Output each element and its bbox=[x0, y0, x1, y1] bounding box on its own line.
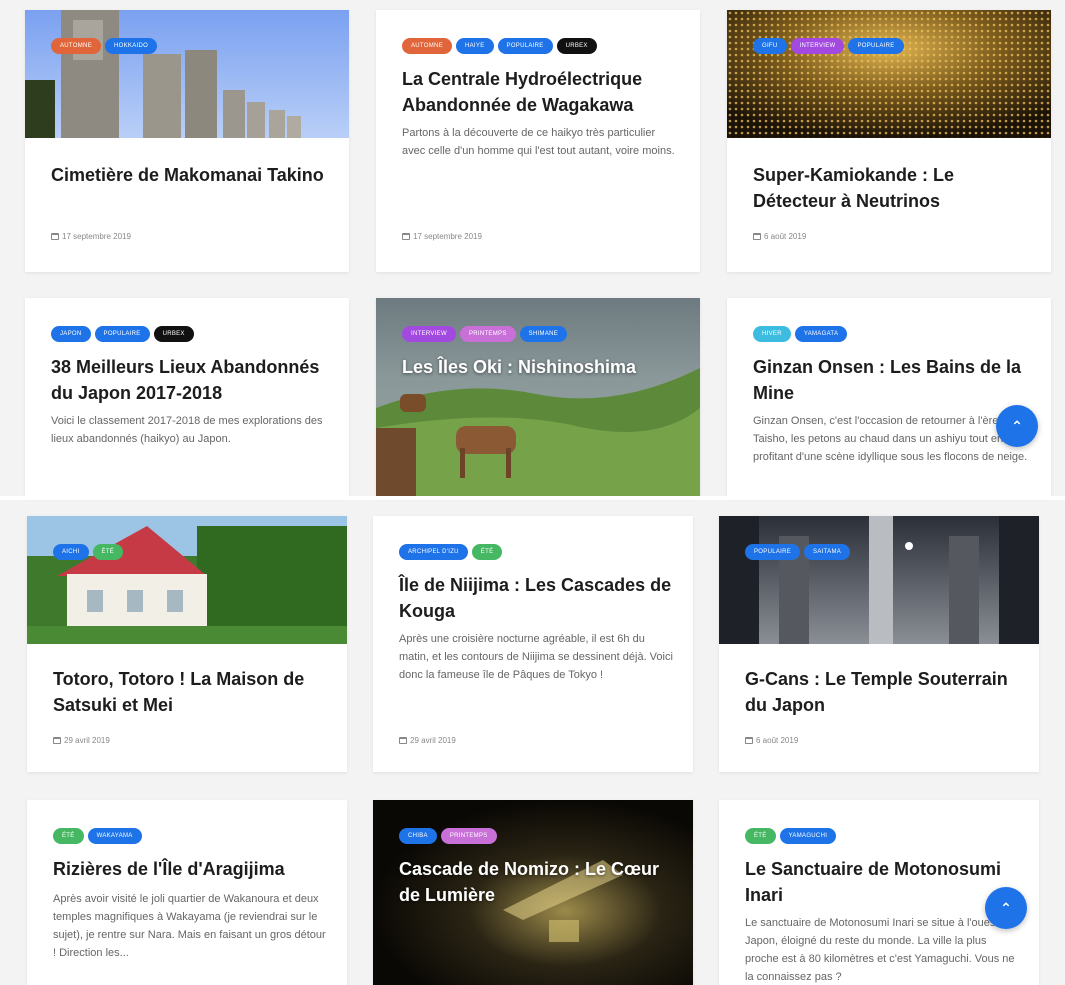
tag-badge[interactable]: SHIMANE bbox=[519, 326, 568, 342]
article-excerpt: Après avoir visité le joli quartier de W… bbox=[53, 893, 326, 959]
tag-badge[interactable]: ÉTÉ bbox=[745, 828, 776, 844]
article-date: 6 août 2019 bbox=[753, 232, 806, 241]
article-excerpt: Ginzan Onsen, c'est l'occasion de retour… bbox=[753, 415, 1028, 463]
article-date: 29 avril 2019 bbox=[53, 736, 110, 745]
article-title[interactable]: Super-Kamiokande : Le Détecteur à Neutri… bbox=[753, 162, 1033, 214]
tag-badge[interactable]: HOKKAIDO bbox=[105, 38, 158, 54]
article-title[interactable]: Ginzan Onsen : Les Bains de la Mine bbox=[753, 354, 1033, 406]
tag-badge[interactable]: ARCHIPEL D'IZU bbox=[399, 544, 468, 560]
article-date: 6 août 2019 bbox=[745, 736, 798, 745]
article-image[interactable] bbox=[719, 516, 1039, 644]
tag-badge[interactable]: URBEX bbox=[153, 326, 194, 342]
tag-badge[interactable]: PRINTEMPS bbox=[440, 828, 497, 844]
article-title[interactable]: G-Cans : Le Temple Souterrain du Japon bbox=[745, 666, 1021, 718]
tag-badge[interactable]: HIVER bbox=[753, 326, 791, 342]
article-title[interactable]: Cimetière de Makomanai Takino bbox=[51, 162, 331, 188]
article-title[interactable]: Totoro, Totoro ! La Maison de Satsuki et… bbox=[53, 666, 329, 718]
article-card[interactable]: ARCHIPEL D'IZU ÉTÉ Île de Niijima : Les … bbox=[373, 516, 693, 772]
articles-grid: AUTOMNE HOKKAIDO Cimetière de Makomanai … bbox=[0, 0, 1065, 985]
article-card[interactable]: JAPON POPULAIRE URBEX 38 Meilleurs Lieux… bbox=[25, 298, 349, 498]
tag-badge[interactable]: POPULAIRE bbox=[94, 326, 150, 342]
tag-badge[interactable]: JAPON bbox=[51, 326, 91, 342]
article-date: 17 septembre 2019 bbox=[51, 232, 131, 241]
tag-badge[interactable]: AUTOMNE bbox=[51, 38, 101, 54]
article-card[interactable]: INTERVIEW PRINTEMPS SHIMANE Les Îles Oki… bbox=[376, 298, 700, 498]
tag-badge[interactable]: ÉTÉ bbox=[92, 544, 124, 560]
chevron-up-icon: ⌃ bbox=[1000, 899, 1012, 916]
article-card[interactable]: AICHI ÉTÉ Totoro, Totoro ! La Maison de … bbox=[27, 516, 347, 772]
article-excerpt: Partons à la découverte de ce haikyo trè… bbox=[402, 127, 675, 157]
tag-badge[interactable]: PRINTEMPS bbox=[459, 326, 516, 342]
article-excerpt: Après une croisière nocturne agréable, i… bbox=[399, 633, 673, 681]
article-title[interactable]: La Centrale Hydroélectrique Abandonnée d… bbox=[402, 66, 682, 118]
article-title[interactable]: Les Îles Oki : Nishinoshima bbox=[402, 354, 682, 380]
tag-badge[interactable]: POPULAIRE bbox=[848, 38, 904, 54]
calendar-icon bbox=[402, 233, 410, 240]
chevron-up-icon: ⌃ bbox=[1011, 417, 1023, 434]
tag-badge[interactable]: CHIBA bbox=[399, 828, 437, 844]
article-excerpt: Voici le classement 2017-2018 de mes exp… bbox=[51, 415, 323, 445]
article-title[interactable]: Rizières de l'Île d'Aragijima bbox=[53, 856, 329, 882]
article-title[interactable]: Cascade de Nomizo : Le Cœur de Lumière bbox=[399, 856, 675, 908]
article-image[interactable] bbox=[25, 10, 349, 138]
tag-badge[interactable]: INTERVIEW bbox=[790, 38, 845, 54]
tag-badge[interactable]: POPULAIRE bbox=[497, 38, 553, 54]
article-image[interactable] bbox=[27, 516, 347, 644]
tag-badge[interactable]: AUTOMNE bbox=[402, 38, 452, 54]
tag-badge[interactable]: ÉTÉ bbox=[53, 828, 84, 844]
scroll-top-button[interactable]: ⌃ bbox=[985, 887, 1027, 929]
article-title[interactable]: Le Sanctuaire de Motonosumi Inari bbox=[745, 856, 1021, 908]
article-title[interactable]: Île de Niijima : Les Cascades de Kouga bbox=[399, 572, 675, 624]
article-date: 29 avril 2019 bbox=[399, 736, 456, 745]
tag-badge[interactable]: GIFU bbox=[753, 38, 787, 54]
section-divider bbox=[0, 496, 1065, 500]
scroll-top-button[interactable]: ⌃ bbox=[996, 405, 1038, 447]
article-excerpt: Le sanctuaire de Motonosumi Inari se sit… bbox=[745, 917, 1015, 983]
article-card[interactable]: POPULAIRE SAITAMA G-Cans : Le Temple Sou… bbox=[719, 516, 1039, 772]
tag-badge[interactable]: AICHI bbox=[53, 544, 89, 560]
article-image[interactable] bbox=[727, 10, 1051, 138]
tag-badge[interactable]: ÉTÉ bbox=[471, 544, 503, 560]
calendar-icon bbox=[745, 737, 753, 744]
tag-badge[interactable]: HAIYE bbox=[456, 38, 494, 54]
article-card[interactable]: ÉTÉ WAKAYAMA Rizières de l'Île d'Aragiji… bbox=[27, 800, 347, 985]
calendar-icon bbox=[53, 737, 61, 744]
article-card[interactable]: HIVER YAMAGATA Ginzan Onsen : Les Bains … bbox=[727, 298, 1051, 498]
calendar-icon bbox=[753, 233, 761, 240]
article-card[interactable]: AUTOMNE HAIYE POPULAIRE URBEX La Central… bbox=[376, 10, 700, 272]
tag-badge[interactable]: SAITAMA bbox=[804, 544, 851, 560]
tag-badge[interactable]: WAKAYAMA bbox=[87, 828, 142, 844]
article-card[interactable]: GIFU INTERVIEW POPULAIRE Super-Kamiokand… bbox=[727, 10, 1051, 272]
tag-badge[interactable]: INTERVIEW bbox=[402, 326, 456, 342]
tag-badge[interactable]: URBEX bbox=[556, 38, 597, 54]
article-card[interactable]: CHIBA PRINTEMPS Cascade de Nomizo : Le C… bbox=[373, 800, 693, 985]
tag-badge[interactable]: YAMAGUCHI bbox=[779, 828, 837, 844]
article-card[interactable]: AUTOMNE HOKKAIDO Cimetière de Makomanai … bbox=[25, 10, 349, 272]
article-date: 17 septembre 2019 bbox=[402, 232, 482, 241]
tag-badge[interactable]: YAMAGATA bbox=[794, 326, 848, 342]
article-title[interactable]: 38 Meilleurs Lieux Abandonnés du Japon 2… bbox=[51, 354, 331, 406]
tag-badge[interactable]: POPULAIRE bbox=[745, 544, 801, 560]
calendar-icon bbox=[51, 233, 59, 240]
calendar-icon bbox=[399, 737, 407, 744]
